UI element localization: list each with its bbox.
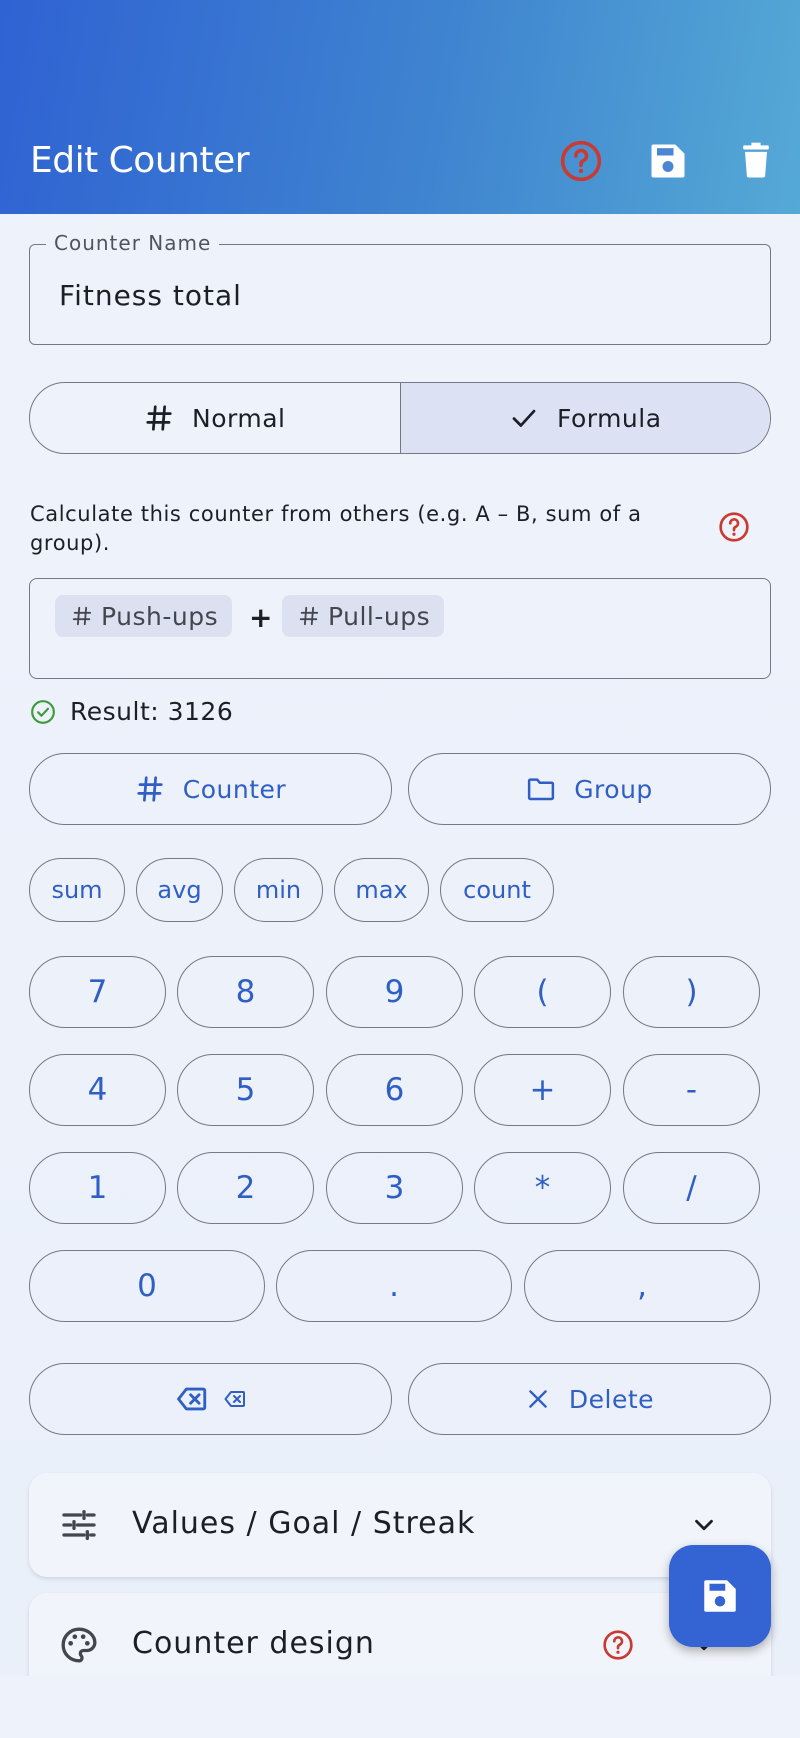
mode-formula-button[interactable]: Formula [399,383,770,453]
page-title: Edit Counter [30,140,250,181]
mode-selector: Normal Formula [29,382,771,454]
key-plus[interactable]: + [474,1054,611,1126]
palette-icon [59,1625,99,1665]
function-min-chip[interactable]: min [234,858,323,922]
counter-name-label: Counter Name [46,231,220,255]
check-circle-icon [30,699,56,725]
function-sum-chip[interactable]: sum [29,858,125,922]
key-minus[interactable]: - [623,1054,760,1126]
mode-normal-label: Normal [192,403,286,433]
mode-normal-button[interactable]: Normal [30,383,400,453]
key-6[interactable]: 6 [326,1054,463,1126]
delete-button[interactable]: Delete [408,1363,771,1435]
formula-token-label: Push-ups [101,601,219,631]
formula-hint: Calculate this counter from others (e.g.… [30,502,642,555]
hash-icon [298,605,320,627]
key-divide[interactable]: / [623,1152,760,1224]
section-values-goal-streak[interactable]: Values / Goal / Streak [29,1473,771,1577]
delete-label: Delete [568,1384,655,1414]
insert-group-button[interactable]: Group [408,753,771,825]
section-title: Counter design [132,1626,375,1661]
backspace-icon [175,1382,209,1416]
formula-input[interactable]: Push-ups + Pull-ups [29,578,771,679]
formula-token-label: Pull-ups [328,601,431,631]
app-bar: Edit Counter [0,0,800,214]
key-comma[interactable]: , [524,1250,760,1322]
save-icon [699,1575,741,1617]
hash-icon [144,403,174,433]
key-7[interactable]: 7 [29,956,166,1028]
formula-token[interactable]: Push-ups [55,595,233,637]
hash-icon [135,774,165,804]
key-8[interactable]: 8 [177,956,314,1028]
hash-icon [71,605,93,627]
close-icon [525,1386,551,1412]
insert-group-label: Group [574,774,653,804]
insert-counter-button[interactable]: Counter [29,753,392,825]
tune-icon [59,1505,99,1545]
section-title: Values / Goal / Streak [132,1506,476,1541]
counter-name-input[interactable] [59,279,739,312]
key-decimal[interactable]: . [276,1250,512,1322]
save-fab[interactable] [669,1545,771,1647]
formula-result: Result: 3126 [30,697,233,726]
key-1[interactable]: 1 [29,1152,166,1224]
key-5[interactable]: 5 [177,1054,314,1126]
help-icon[interactable] [602,1629,634,1661]
key-2[interactable]: 2 [177,1152,314,1224]
function-avg-chip[interactable]: avg [136,858,223,922]
result-text: Result: 3126 [70,697,234,726]
key-multiply[interactable]: * [474,1152,611,1224]
backspace-button[interactable] [29,1363,392,1435]
formula-operator: + [249,601,273,634]
counter-name-field[interactable]: Counter Name [29,231,771,345]
insert-counter-label: Counter [182,774,287,804]
function-max-chip[interactable]: max [334,858,429,922]
key-4[interactable]: 4 [29,1054,166,1126]
key-open-paren[interactable]: ( [474,956,611,1028]
check-icon [509,403,539,433]
backspace-icon [223,1387,247,1411]
formula-help-icon[interactable] [718,511,750,543]
key-0[interactable]: 0 [29,1250,265,1322]
folder-icon [526,774,556,804]
save-icon[interactable] [646,139,690,183]
mode-formula-label: Formula [556,403,662,433]
formula-token[interactable]: Pull-ups [282,595,445,637]
key-close-paren[interactable]: ) [623,956,760,1028]
help-icon[interactable] [559,139,603,183]
chevron-down-icon[interactable] [689,1510,719,1540]
function-count-chip[interactable]: count [440,858,554,922]
delete-icon[interactable] [734,139,778,183]
key-3[interactable]: 3 [326,1152,463,1224]
bottom-inset [0,1676,800,1738]
key-9[interactable]: 9 [326,956,463,1028]
